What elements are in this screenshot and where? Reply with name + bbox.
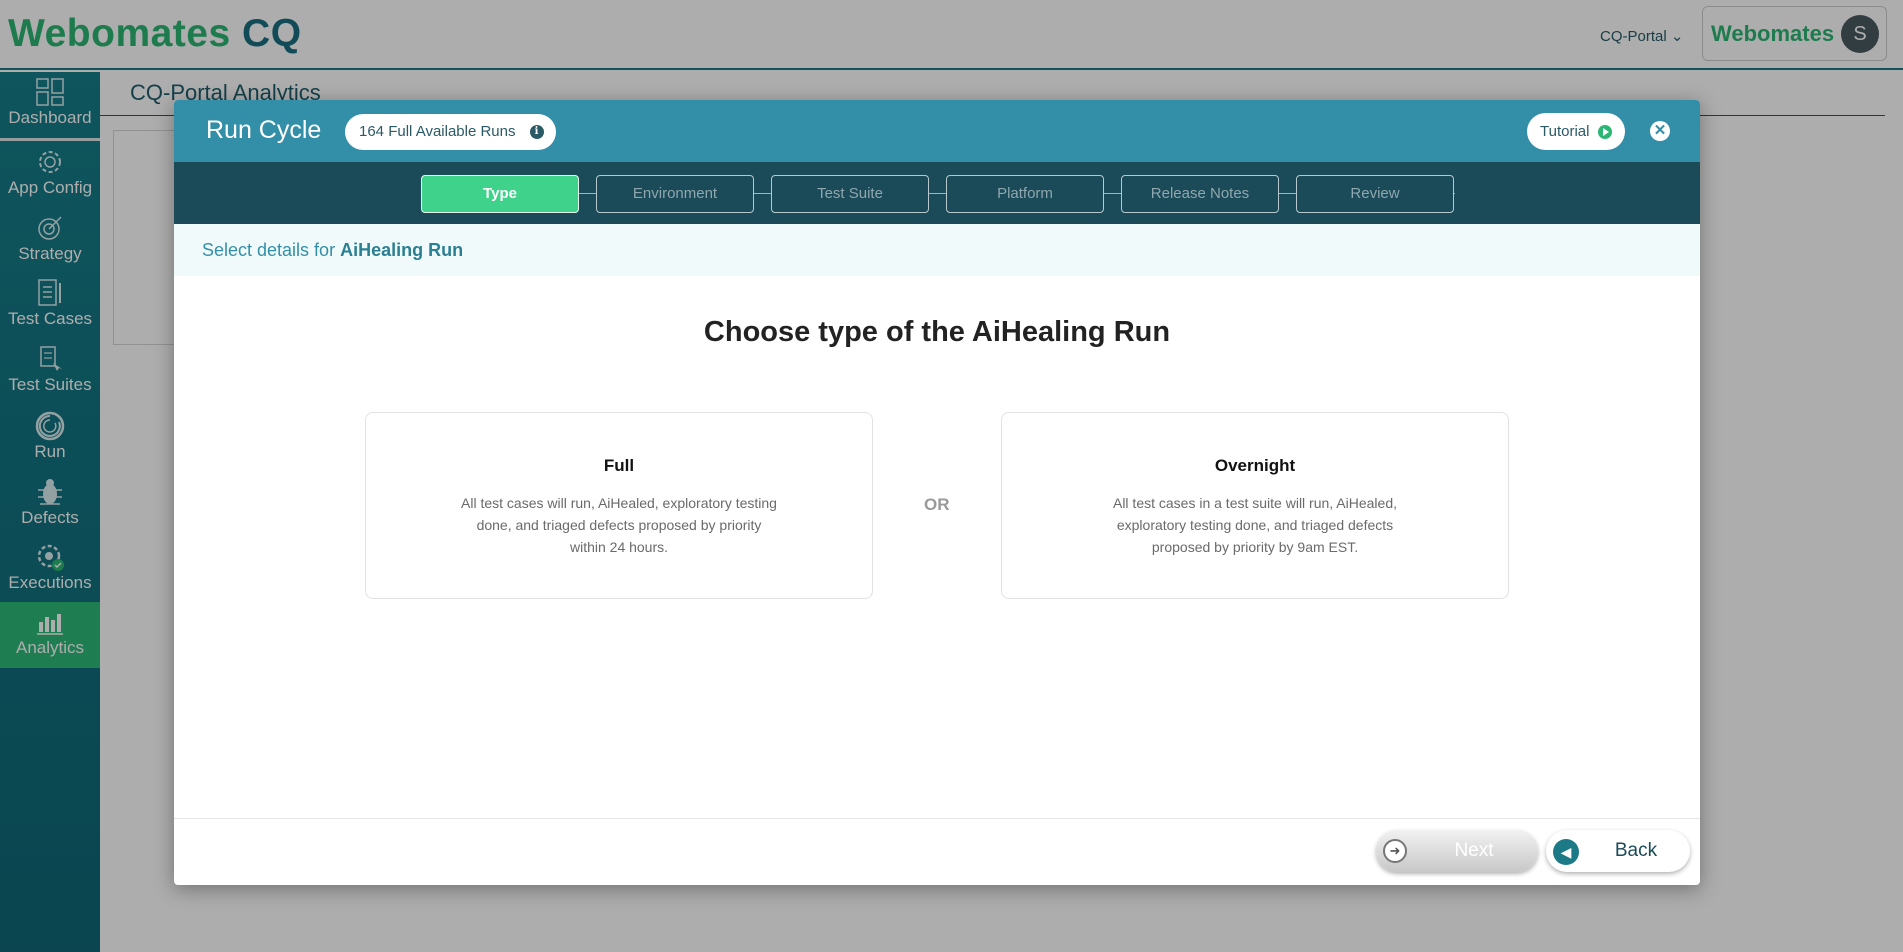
option-title: Overnight [1214,456,1296,475]
stepper: Type Environment Test Suite Platform Rel… [174,162,1700,224]
info-icon[interactable]: i [529,125,544,139]
option-description: All test cases in a test suite will run,… [1112,495,1398,555]
close-button[interactable]: ✕ [1650,121,1670,141]
close-icon: ✕ [1653,122,1667,139]
option-description: All test cases will run, AiHealed, explo… [461,495,777,555]
modal-subheader: Select details for AiHealing Run [174,224,1700,276]
tutorial-button[interactable]: Tutorial [1527,113,1625,150]
available-runs-badge[interactable]: 164 Full Available Runs i [345,114,556,150]
or-separator: OR [924,495,950,514]
arrow-left-icon: ◀ [1553,839,1579,865]
back-button[interactable]: ◀ Back [1546,830,1690,872]
option-card-full[interactable]: Full All test cases will run, AiHealed, … [365,412,873,599]
footer-divider [174,818,1700,819]
play-icon [1598,125,1612,139]
modal-title: Run Cycle [206,116,322,144]
step-release-notes[interactable]: Release Notes [1121,175,1279,213]
step-type[interactable]: Type [421,175,579,213]
option-card-overnight[interactable]: Overnight All test cases in a test suite… [1001,412,1509,599]
option-title: Full [603,456,635,475]
step-platform[interactable]: Platform [946,175,1104,213]
run-cycle-modal: Run Cycle 164 Full Available Runs i Tuto… [174,100,1700,885]
modal-header: Run Cycle 164 Full Available Runs i Tuto… [174,100,1700,162]
arrow-right-icon: ➜ [1383,839,1407,863]
step-environment[interactable]: Environment [596,175,754,213]
step-test-suite[interactable]: Test Suite [771,175,929,213]
step-review[interactable]: Review [1296,175,1454,213]
run-name-highlight: AiHealing Run [340,240,464,260]
choose-type-heading: Choose type of the AiHealing Run [703,316,1171,348]
next-button[interactable]: ➜ Next [1376,830,1538,872]
